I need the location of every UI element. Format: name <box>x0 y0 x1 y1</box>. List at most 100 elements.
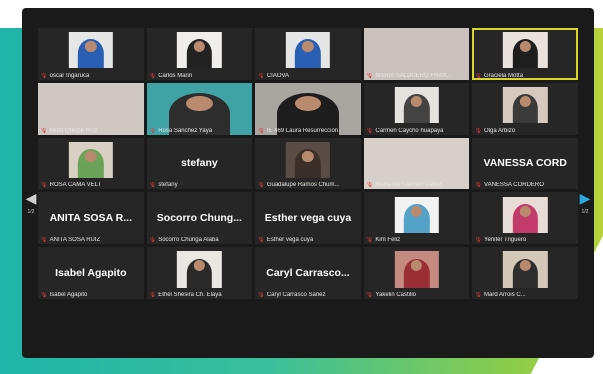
participant-tile[interactable]: 🎙 Mard Arrois C... <box>472 247 578 300</box>
participant-name: Isabel Agapito <box>49 292 88 299</box>
participant-name-label: 🎙 Yakelin Castillo <box>366 292 468 298</box>
participant-name: Yakelin Castillo <box>375 292 416 299</box>
next-page-control[interactable]: ▶ 1/2 <box>580 190 591 215</box>
participant-name: Carlos Marin <box>158 72 193 79</box>
participant-name-label: 🎙 oscar Ingaruca <box>40 73 142 79</box>
participant-video <box>394 86 439 124</box>
participant-tile[interactable]: 🎙 MARIA SALDUERO FRAN... <box>363 28 470 80</box>
participant-name-label: 🎙 Olga Arbizo <box>474 128 576 134</box>
participant-video <box>394 251 439 288</box>
chevron-left-icon[interactable]: ◀ <box>26 190 37 207</box>
participant-tile[interactable]: Isabel Agapito 🎙 Isabel Agapito <box>38 247 144 300</box>
participant-display-name: ANITA SOSA R... <box>49 212 133 225</box>
participant-tile[interactable]: Socorro Chung... 🎙 Socorro Chunga Alaba <box>146 192 253 245</box>
participant-tile[interactable]: 🎙 Hilda Quispe Ruiz <box>38 82 144 135</box>
muted-mic-icon: 🎙 <box>40 127 48 134</box>
participant-video <box>503 251 548 288</box>
participant-video <box>285 141 331 179</box>
participant-name-label: 🎙 MARIA SALDUERO FRAN... <box>366 73 468 79</box>
muted-mic-icon: 🎙 <box>365 127 374 134</box>
participant-tile[interactable]: 🎙 Olga Arbizo <box>472 82 578 135</box>
participant-name-label: 🎙 Carlos Marin <box>149 73 251 79</box>
participant-silhouette <box>403 258 430 288</box>
participant-silhouette <box>295 39 321 69</box>
participant-tile[interactable]: 🎙 Yenifer Triguero <box>472 192 578 245</box>
participant-gallery-grid: 🎙 oscar Ingaruca 🎙 Carlos Marin 🎙 CIAOVA 🎙 MARI… <box>38 28 578 354</box>
participant-display-name: Caryl Carrasco... <box>266 267 350 280</box>
participant-display-name: Esther vega cuya <box>264 212 352 225</box>
participant-name-label: 🎙 Socorro Chunga Alaba <box>149 237 251 243</box>
participant-tile[interactable]: 🎙 CIAOVA <box>255 28 361 80</box>
participant-name-label: 🎙 Guadalupe Ramos Chum... <box>257 182 359 188</box>
participant-name: Rosa Sanchez Yaya <box>158 127 213 134</box>
chevron-right-icon[interactable]: ▶ <box>580 190 591 207</box>
participant-tile[interactable]: 🎙 Guadalupe Ramos Chum... <box>255 137 361 190</box>
muted-mic-icon: 🎙 <box>257 72 265 79</box>
participant-video <box>503 86 548 124</box>
participant-name-label: 🎙 ANITA SOSA RUIZ <box>40 237 142 243</box>
participant-name-label: 🎙 IE 469 Laura Resurreccion <box>257 128 359 134</box>
participant-video <box>503 196 548 233</box>
participant-name: María del Carmen Dallez <box>375 182 442 189</box>
participant-name: VANESSA CORDERO <box>484 182 544 189</box>
participant-silhouette <box>186 39 213 69</box>
muted-mic-icon: 🎙 <box>40 292 48 299</box>
participant-tile[interactable]: VANESSA CORD 🎙 VANESSA CORDERO <box>472 137 578 190</box>
participant-name: Socorro Chunga Alaba <box>158 237 219 244</box>
muted-mic-icon: 🎙 <box>148 237 157 244</box>
participant-tile[interactable]: 🎙 Ethel Shesira Ch. Elaya <box>146 247 253 300</box>
page-indicator-left: 1/2 <box>27 209 35 215</box>
participant-name: Yenifer Triguero <box>484 237 527 244</box>
participant-name: Graciela Motta <box>484 72 524 79</box>
muted-mic-icon: 🎙 <box>257 127 265 134</box>
page-indicator-right: 1/2 <box>581 209 589 215</box>
participant-tile[interactable]: 🎙 Carlos Marin <box>146 28 253 80</box>
participant-name-label: 🎙 Yenifer Triguero <box>474 237 576 243</box>
participant-silhouette <box>186 258 213 288</box>
participant-tile[interactable]: 🎙 IE 469 Laura Resurreccion <box>255 82 361 135</box>
participant-name-label: 🎙 CIAOVA <box>257 73 359 79</box>
muted-mic-icon: 🎙 <box>148 72 157 79</box>
participant-silhouette <box>512 258 539 288</box>
participant-silhouette <box>512 203 539 233</box>
muted-mic-icon: 🎙 <box>474 72 483 79</box>
participant-name: Ethel Shesira Ch. Elaya <box>158 292 222 299</box>
participant-tile[interactable]: 🎙 ROSA CAMA VELT <box>38 137 144 190</box>
participant-name-label: 🎙 VANESSA CORDERO <box>474 182 576 188</box>
participant-tile[interactable]: 🎙 Graciela Motta <box>472 28 578 80</box>
participant-name: stefany <box>158 182 178 189</box>
participant-tile[interactable]: 🎙 Rosa Sanchez Yaya <box>146 82 253 135</box>
participant-video <box>68 32 113 69</box>
participant-tile[interactable]: 🎙 María del Carmen Dallez <box>363 137 470 190</box>
participant-tile[interactable]: Caryl Carrasco... 🎙 Caryl Carrasco Sanez <box>255 247 361 300</box>
participant-silhouette <box>403 94 430 124</box>
prev-page-control[interactable]: ◀ 1/2 <box>26 190 37 215</box>
participant-tile[interactable]: 🎙 Kim Feliz <box>363 192 470 245</box>
participant-name: IE 469 Laura Resurreccion <box>266 127 339 134</box>
participant-name-label: 🎙 stefany <box>149 182 251 188</box>
participant-video <box>285 32 331 69</box>
participant-tile[interactable]: 🎙 oscar Ingaruca <box>38 28 144 80</box>
muted-mic-icon: 🎙 <box>148 127 157 134</box>
participant-tile[interactable]: 🎙 Carmen Caycho huapaya <box>363 82 470 135</box>
participant-video <box>394 196 439 233</box>
muted-mic-icon: 🎙 <box>365 237 374 244</box>
muted-mic-icon: 🎙 <box>148 292 157 299</box>
participant-silhouette <box>512 39 539 69</box>
participant-name-label: 🎙 Hilda Quispe Ruiz <box>40 128 142 134</box>
participant-tile[interactable]: stefany 🎙 stefany <box>146 137 253 190</box>
participant-name: ANITA SOSA RUIZ <box>49 237 101 244</box>
muted-mic-icon: 🎙 <box>257 237 265 244</box>
participant-display-name: VANESSA CORD <box>483 157 567 170</box>
participant-name-label: 🎙 Isabel Agapito <box>40 292 142 298</box>
participant-name-label: 🎙 María del Carmen Dallez <box>366 182 468 188</box>
participant-tile[interactable]: 🎙 Yakelin Castillo <box>363 247 470 300</box>
participant-name: oscar Ingaruca <box>49 72 90 79</box>
participant-video <box>177 32 222 69</box>
participant-name-label: 🎙 Carmen Caycho huapaya <box>366 128 468 134</box>
participant-tile[interactable]: Esther vega cuya 🎙 Esther vega cuya <box>255 192 361 245</box>
participant-tile[interactable]: ANITA SOSA R... 🎙 ANITA SOSA RUIZ <box>38 192 144 245</box>
participant-name: Carmen Caycho huapaya <box>375 127 444 134</box>
muted-mic-icon: 🎙 <box>365 182 374 189</box>
muted-mic-icon: 🎙 <box>365 292 374 299</box>
